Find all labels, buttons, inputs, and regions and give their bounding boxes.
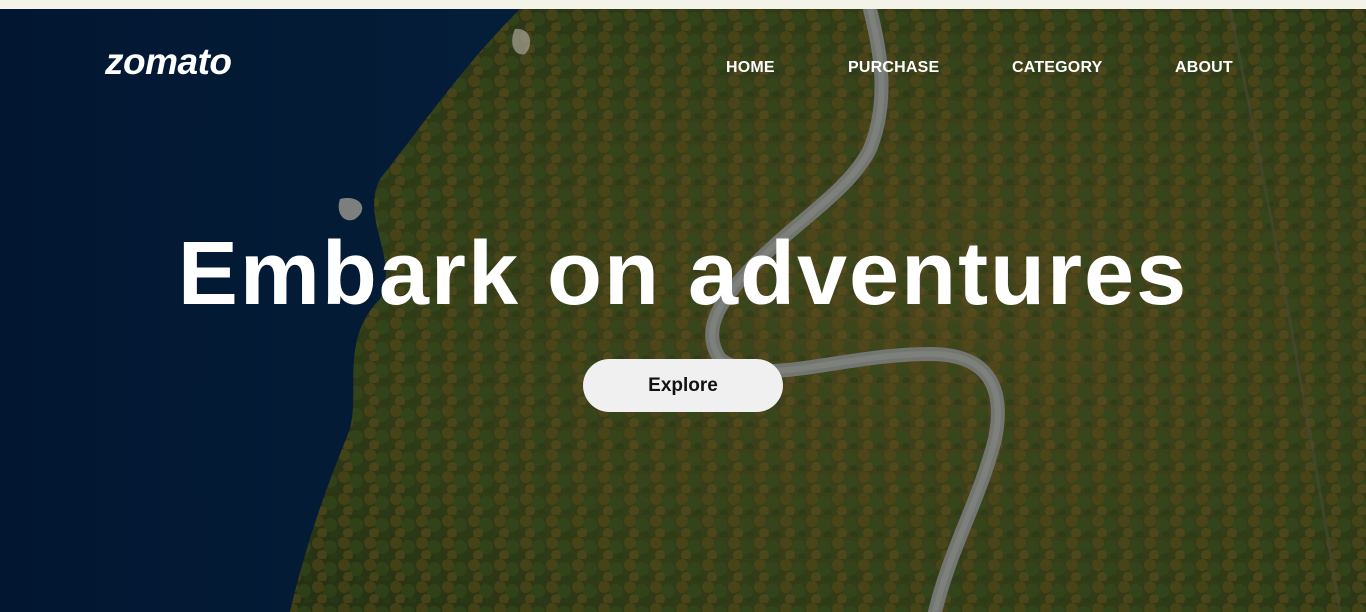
nav-item-purchase[interactable]: PURCHASE — [848, 59, 939, 77]
nav-item-about[interactable]: ABOUT — [1175, 59, 1233, 77]
hero-section: zomato HOME PURCHASE CATEGORY ABOUT Emba… — [0, 9, 1366, 612]
top-strip — [0, 0, 1366, 9]
nav-item-category[interactable]: CATEGORY — [1012, 59, 1103, 77]
main-nav: HOME PURCHASE CATEGORY ABOUT — [0, 59, 1366, 79]
hero-headline: Embark on adventures — [177, 224, 1189, 324]
explore-button[interactable]: Explore — [583, 359, 783, 412]
nav-item-home[interactable]: HOME — [726, 59, 775, 77]
